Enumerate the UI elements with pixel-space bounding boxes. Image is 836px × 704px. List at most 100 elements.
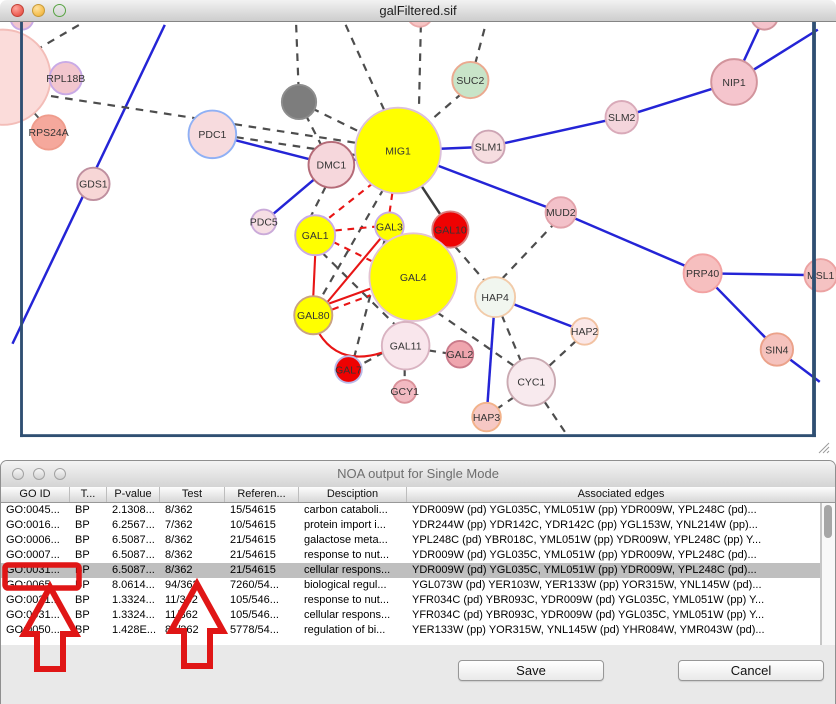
table-row[interactable]: GO:0016...BP6.2567...7/36210/54615protei… bbox=[1, 518, 820, 533]
zoom-button[interactable] bbox=[53, 4, 66, 17]
node-label: GAL10 bbox=[434, 225, 467, 236]
table-cell: response to nut... bbox=[299, 593, 407, 608]
table-cell: regulation of bi... bbox=[299, 623, 407, 638]
node-label: GAL7 bbox=[335, 365, 362, 376]
table-cell: 6.5087... bbox=[107, 548, 160, 563]
table-cell: 2.1308... bbox=[107, 503, 160, 518]
network-edge-dashed bbox=[346, 25, 387, 115]
table-cell: carbon cataboli... bbox=[299, 503, 407, 518]
table-cell: 5778/54... bbox=[225, 623, 299, 638]
canvas-border bbox=[20, 434, 816, 437]
table-row[interactable]: GO:0031...BP6.5087...8/36221/54615cellul… bbox=[1, 563, 820, 578]
node-label: SUC2 bbox=[456, 76, 484, 87]
table-row[interactable]: GO:0050...BP1.428E...80/3625778/54...reg… bbox=[1, 623, 820, 638]
table-cell: GO:0045... bbox=[1, 503, 70, 518]
column-header-desciption[interactable]: Desciption bbox=[299, 487, 407, 502]
table-cell: YPL248C (pd) YBR018C, YML051W (pp) YDR00… bbox=[407, 533, 819, 548]
network-edge-dashed bbox=[502, 225, 553, 279]
network-window-titlebar[interactable]: galFiltered.sif bbox=[0, 0, 836, 22]
network-graph: RPL18BRPS24AGDS1PDC1DMC1MIG1SUC2SLM1SLM2… bbox=[0, 22, 836, 458]
minimize-button[interactable] bbox=[32, 4, 45, 17]
table-cell: 1.428E... bbox=[107, 623, 160, 638]
table-cell: 6.5087... bbox=[107, 533, 160, 548]
table-cell: 80/362 bbox=[160, 623, 225, 638]
node-label: GAL80 bbox=[297, 311, 330, 322]
network-node[interactable] bbox=[408, 22, 433, 27]
node-label: DMC1 bbox=[317, 161, 347, 172]
node-label: RPS24A bbox=[29, 128, 69, 139]
node-label: MIG1 bbox=[385, 146, 411, 157]
table-cell: BP bbox=[70, 608, 107, 623]
table-row[interactable]: GO:0031...BP1.3324...11/362105/546...res… bbox=[1, 593, 820, 608]
table-row[interactable]: GO:0031...BP1.3324...11/362105/546...cel… bbox=[1, 608, 820, 623]
node-label: HAP2 bbox=[571, 327, 599, 338]
table-cell: GO:0031... bbox=[1, 563, 70, 578]
noa-output-window: NOA output for Single Mode GO IDT...P-va… bbox=[0, 460, 836, 704]
table-cell: YFR034C (pd) YBR093C, YDR009W (pd) YGL03… bbox=[407, 593, 819, 608]
table-cell: galactose meta... bbox=[299, 533, 407, 548]
table-cell: GO:0065... bbox=[1, 578, 70, 593]
node-label: PDC5 bbox=[250, 218, 278, 229]
table-cell: 7/362 bbox=[160, 518, 225, 533]
column-header-test[interactable]: Test bbox=[160, 487, 225, 502]
table-cell: YDR009W (pd) YGL035C, YML051W (pp) YDR00… bbox=[407, 503, 819, 518]
table-cell: YGL073W (pd) YER103W, YER133W (pp) YOR31… bbox=[407, 578, 819, 593]
table-cell: cellular respons... bbox=[299, 608, 407, 623]
column-header-p-value[interactable]: P-value bbox=[107, 487, 160, 502]
table-cell: 94/362 bbox=[160, 578, 225, 593]
column-header-t-[interactable]: T... bbox=[70, 487, 107, 502]
node-label: GDS1 bbox=[79, 180, 108, 191]
network-node[interactable] bbox=[282, 85, 316, 119]
table-cell: 6.2567... bbox=[107, 518, 160, 533]
network-edge-red-dashed bbox=[335, 227, 375, 231]
minimize-button-inactive[interactable] bbox=[33, 468, 45, 480]
table-cell: biological regul... bbox=[299, 578, 407, 593]
column-header-go-id[interactable]: GO ID bbox=[1, 487, 70, 502]
node-label: PDC1 bbox=[198, 130, 226, 141]
network-edge-dashed bbox=[419, 25, 421, 109]
close-button[interactable] bbox=[11, 4, 24, 17]
node-label: CYC1 bbox=[517, 378, 545, 389]
table-cell: 11/362 bbox=[160, 608, 225, 623]
node-label: GAL4 bbox=[400, 273, 427, 284]
table-cell: BP bbox=[70, 533, 107, 548]
table-header-row: GO IDT...P-valueTestReferen...Desciption… bbox=[1, 487, 835, 503]
zoom-button-inactive[interactable] bbox=[54, 468, 66, 480]
table-scrollbar[interactable] bbox=[821, 503, 835, 645]
network-node[interactable] bbox=[0, 30, 51, 125]
save-button[interactable]: Save bbox=[458, 660, 604, 681]
table-cell: BP bbox=[70, 518, 107, 533]
column-header-referen-[interactable]: Referen... bbox=[225, 487, 299, 502]
network-canvas[interactable]: RPL18BRPS24AGDS1PDC1DMC1MIG1SUC2SLM1SLM2… bbox=[0, 22, 836, 458]
table-cell: 7260/54... bbox=[225, 578, 299, 593]
network-edge-blue bbox=[488, 117, 621, 147]
table-cell: 8/362 bbox=[160, 563, 225, 578]
node-label: GAL3 bbox=[376, 222, 403, 233]
network-edge-red bbox=[313, 255, 315, 296]
table-cell: 21/54615 bbox=[225, 563, 299, 578]
network-edge-dashed bbox=[455, 247, 485, 282]
close-button-inactive[interactable] bbox=[12, 468, 24, 480]
table-cell: response to nut... bbox=[299, 548, 407, 563]
table-row[interactable]: GO:0007...BP6.5087...8/36221/54615respon… bbox=[1, 548, 820, 563]
network-node[interactable] bbox=[751, 22, 778, 30]
table-cell: 15/54615 bbox=[225, 503, 299, 518]
resize-grip-icon[interactable] bbox=[815, 441, 830, 454]
table-row[interactable]: GO:0006...BP6.5087...8/36221/54615galact… bbox=[1, 533, 820, 548]
table-cell: 6.5087... bbox=[107, 563, 160, 578]
network-edge-dashed bbox=[545, 402, 569, 437]
column-header-associated-edges[interactable]: Associated edges bbox=[407, 487, 835, 502]
table-row[interactable]: GO:0045...BP2.1308...8/36215/54615carbon… bbox=[1, 503, 820, 518]
table-cell: YDR009W (pd) YGL035C, YML051W (pp) YDR00… bbox=[407, 563, 819, 578]
table-cell: 105/546... bbox=[225, 608, 299, 623]
table-row[interactable]: GO:0065...BP8.0614...94/3627260/54...bio… bbox=[1, 578, 820, 593]
table-cell: YDR244W (pp) YDR142C, YDR142C (pp) YGL15… bbox=[407, 518, 819, 533]
table-body: GO:0045...BP2.1308...8/36215/54615carbon… bbox=[1, 503, 821, 645]
cancel-button[interactable]: Cancel bbox=[678, 660, 824, 681]
noa-window-titlebar[interactable]: NOA output for Single Mode bbox=[1, 461, 835, 488]
table-cell: BP bbox=[70, 548, 107, 563]
table-cell: BP bbox=[70, 578, 107, 593]
scrollbar-thumb[interactable] bbox=[824, 505, 832, 538]
node-label: SLM2 bbox=[608, 113, 636, 124]
canvas-border bbox=[20, 22, 23, 437]
